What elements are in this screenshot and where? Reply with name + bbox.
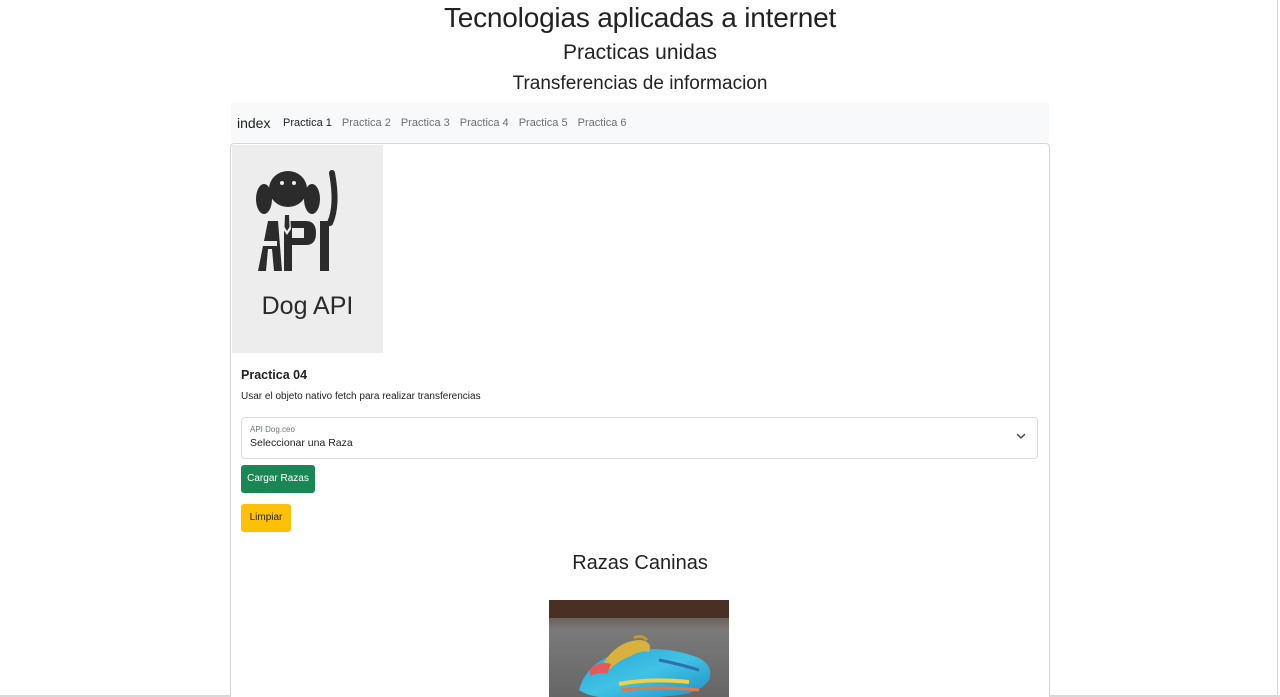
page: Tecnologias aplicadas a internet Practic… [0, 0, 1280, 697]
nav-item-practica-6[interactable]: Practica 6 [578, 115, 627, 131]
load-breeds-button[interactable]: Cargar Razas [241, 465, 315, 493]
breed-select[interactable]: API Dog.ceo Seleccionar una Raza [241, 417, 1038, 459]
navbar: index Practica 1 Practica 2 Practica 3 P… [231, 103, 1049, 142]
nav-item-practica-4[interactable]: Practica 4 [460, 115, 509, 131]
dog-photo-image [549, 600, 729, 697]
dog-api-logo-icon [256, 170, 338, 271]
nav-item-practica-3[interactable]: Practica 3 [401, 115, 450, 131]
card-text: Usar el objeto nativo fetch para realiza… [241, 391, 481, 402]
dog-api-logo: Dog API [232, 145, 383, 353]
nav-item-practica-2[interactable]: Practica 2 [342, 115, 391, 131]
clear-button[interactable]: Limpiar [241, 504, 291, 532]
section-title: Razas Caninas [572, 552, 708, 574]
navbar-brand[interactable]: index [237, 113, 270, 133]
nav-item-practica-5[interactable]: Practica 5 [519, 115, 568, 131]
dog-photo [549, 600, 729, 697]
breed-select-label: API Dog.ceo [250, 425, 295, 434]
page-subsubtitle: Transferencias de informacion [512, 73, 768, 94]
logo-text: Dog API [261, 292, 354, 320]
right-divider [1277, 0, 1278, 697]
nav-item-practica-1[interactable]: Practica 1 [283, 115, 332, 131]
breed-select-value: Seleccionar una Raza [250, 437, 353, 449]
page-subtitle: Practicas unidas [562, 41, 718, 64]
navbar-items: Practica 1 Practica 2 Practica 3 Practic… [283, 115, 627, 131]
page-title: Tecnologias aplicadas a internet [443, 2, 837, 33]
card-title: Practica 04 [241, 368, 308, 382]
practice-card: Dog API Practica 04 Usar el objeto nativ… [230, 143, 1050, 697]
chevron-down-icon [1016, 433, 1026, 439]
